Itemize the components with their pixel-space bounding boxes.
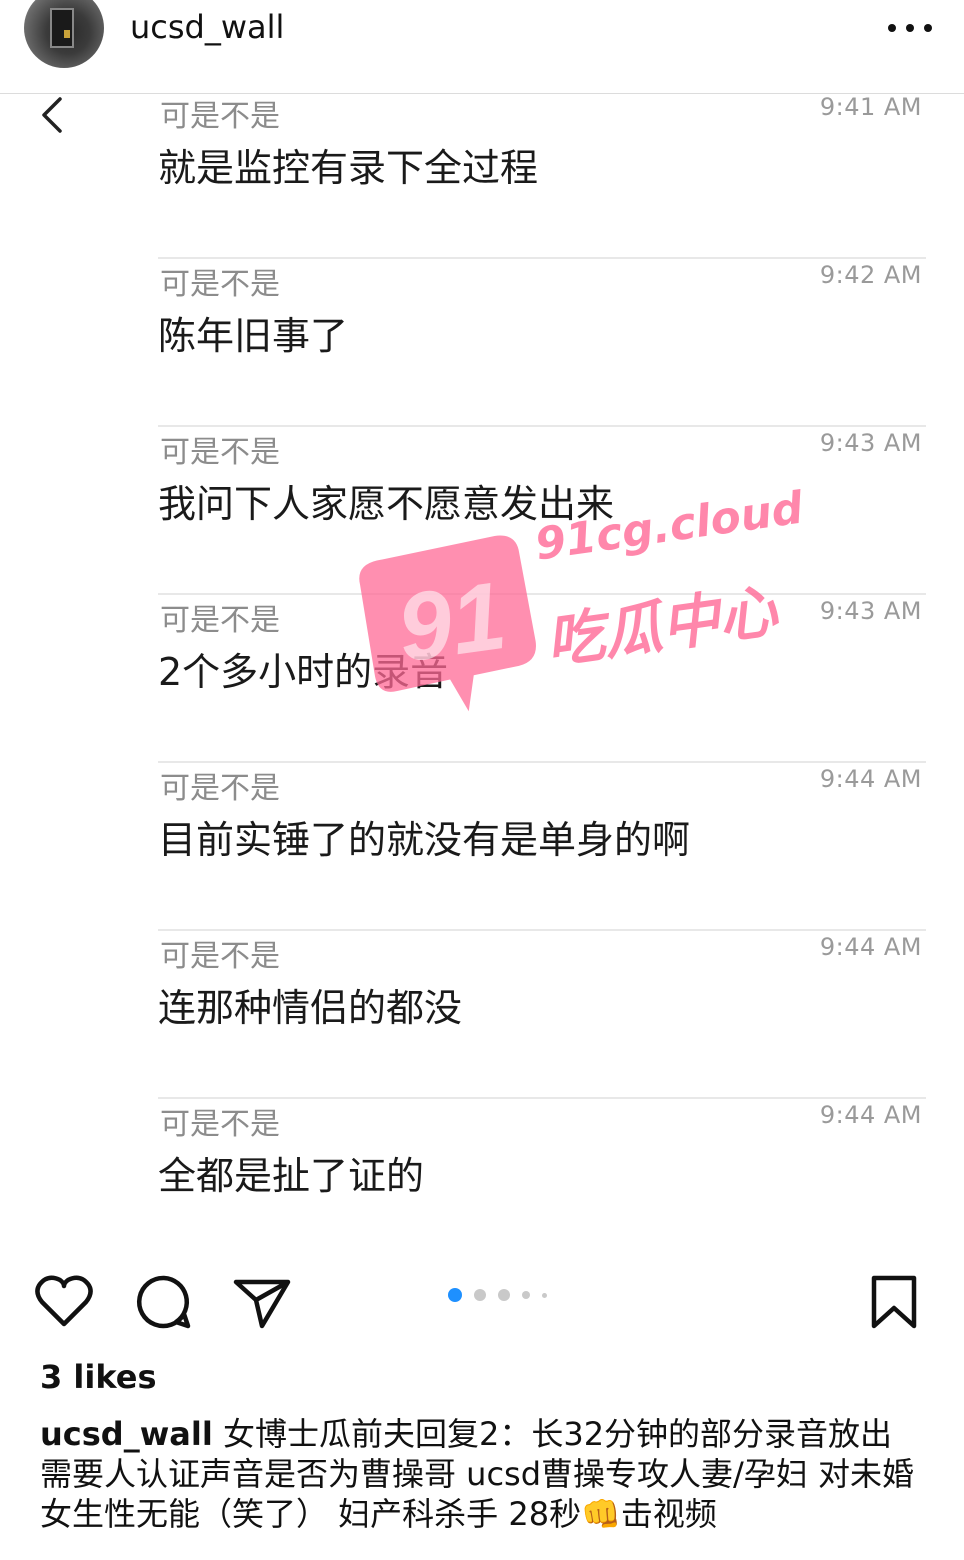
carousel-dot	[542, 1292, 547, 1298]
heart-icon[interactable]	[34, 1272, 94, 1332]
message-item: 可是不是 9:44 AM 目前实锤了的就没有是单身的啊	[158, 763, 926, 931]
message-time: 9:43 AM	[819, 429, 922, 457]
post-username[interactable]: ucsd_wall	[130, 8, 284, 46]
carousel-dot	[522, 1291, 530, 1299]
comment-icon[interactable]	[134, 1272, 194, 1332]
message-sender: 可是不是	[160, 771, 280, 806]
message-sender: 可是不是	[160, 99, 280, 134]
bookmark-icon[interactable]	[864, 1272, 924, 1332]
message-item: 可是不是 9:41 AM 就是监控有录下全过程	[158, 95, 926, 259]
likes-count[interactable]: 3 likes	[40, 1358, 157, 1396]
message-text: 目前实锤了的就没有是单身的啊	[158, 818, 691, 862]
message-time: 9:44 AM	[819, 933, 922, 961]
message-time: 9:44 AM	[819, 765, 922, 793]
post-header: ucsd_wall	[0, 0, 964, 94]
avatar[interactable]	[24, 0, 104, 68]
message-item: 可是不是 9:43 AM 2个多小时的录音	[158, 595, 926, 763]
more-options-icon[interactable]	[888, 10, 932, 46]
carousel-indicator	[448, 1286, 547, 1304]
message-item: 可是不是 9:42 AM 陈年旧事了	[158, 259, 926, 427]
message-text: 陈年旧事了	[158, 314, 349, 358]
message-sender: 可是不是	[160, 1107, 280, 1142]
message-item: 可是不是 9:44 AM 全都是扯了证的	[158, 1099, 926, 1245]
message-item: 可是不是 9:44 AM 连那种情侣的都没	[158, 931, 926, 1099]
message-time: 9:42 AM	[819, 261, 922, 289]
share-icon[interactable]	[232, 1272, 292, 1332]
message-time: 9:43 AM	[819, 597, 922, 625]
message-sender: 可是不是	[160, 939, 280, 974]
caption-username[interactable]: ucsd_wall	[40, 1415, 213, 1453]
message-time: 9:44 AM	[819, 1101, 922, 1129]
carousel-dot	[448, 1288, 462, 1302]
message-time: 9:41 AM	[819, 95, 922, 121]
message-text: 2个多小时的录音	[158, 650, 449, 694]
message-sender: 可是不是	[160, 267, 280, 302]
message-text: 全都是扯了证的	[158, 1154, 425, 1198]
carousel-dot	[474, 1289, 486, 1301]
door-image	[50, 8, 74, 48]
message-sender: 可是不是	[160, 435, 280, 470]
back-chevron-icon	[42, 97, 62, 133]
post-caption: ucsd_wall 女博士瓜前夫回复2：长32分钟的部分录音放出 需要人认证声音…	[40, 1414, 930, 1534]
message-text: 就是监控有录下全过程	[158, 146, 539, 190]
door-knob	[64, 30, 70, 38]
message-sender: 可是不是	[160, 603, 280, 638]
message-text: 连那种情侣的都没	[158, 986, 463, 1030]
carousel-dot	[498, 1289, 510, 1301]
chat-screenshot: 可是不是 9:41 AM 就是监控有录下全过程 可是不是 9:42 AM 陈年旧…	[0, 95, 964, 1245]
